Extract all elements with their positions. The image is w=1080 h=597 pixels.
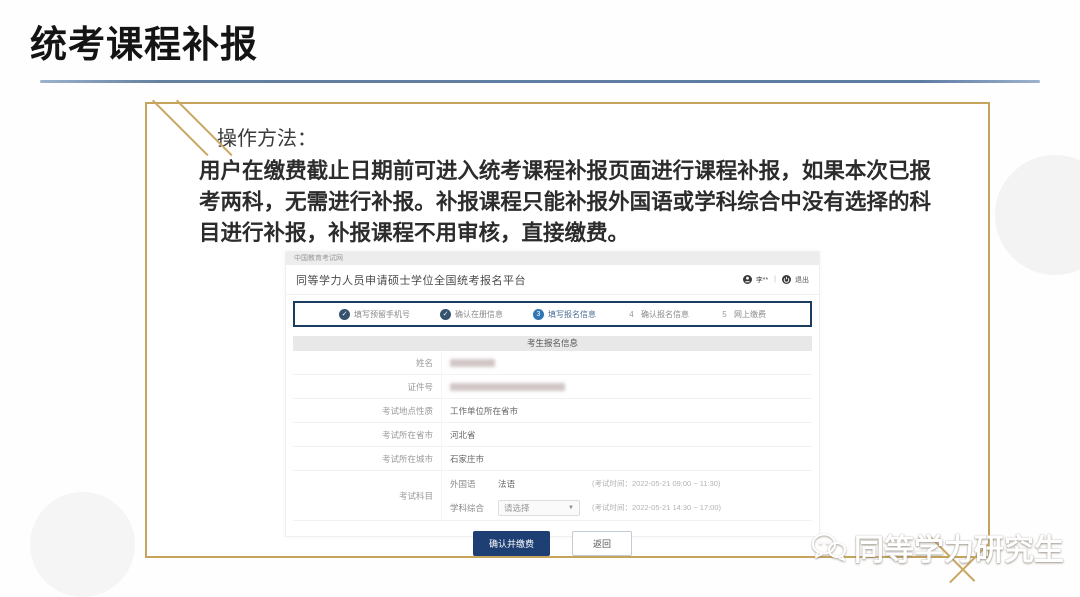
watermark: 同等学力研究生 xyxy=(811,525,1064,569)
check-icon: ✓ xyxy=(339,309,350,320)
check-icon: ✓ xyxy=(440,309,451,320)
chevron-down-icon: ▼ xyxy=(568,505,574,511)
step-confirm-registration: 4 确认报名信息 xyxy=(626,309,689,320)
step-fill-phone: ✓ 填写预留手机号 xyxy=(339,309,410,320)
platform-title: 同等学力人员申请硕士学位全国统考报名平台 xyxy=(296,272,526,288)
step-online-payment: 5 网上缴费 xyxy=(719,309,766,320)
logout-button[interactable]: 退出 xyxy=(795,275,809,285)
platform-header: 同等学力人员申请硕士学位全国统考报名平台 李** | 退出 xyxy=(286,265,819,295)
user-name[interactable]: 李** xyxy=(756,275,768,285)
redacted-id-value xyxy=(450,383,565,391)
section-label: 操作方法： xyxy=(217,122,317,151)
user-area: 李** | 退出 xyxy=(743,275,809,285)
form-row-city: 考试所在城市 石家庄市 xyxy=(293,447,812,471)
form-section-title: 考生报名信息 xyxy=(293,336,812,351)
form-row-province: 考试所在省市 河北省 xyxy=(293,423,812,447)
step-number: 5 xyxy=(719,309,730,320)
subject-comprehensive: 学科综合 请选择 ▼ (考试时间：2022-05-21 14:30 ~ 17:0… xyxy=(450,496,812,520)
step-fill-registration: 3 填写报名信息 xyxy=(533,309,596,320)
instruction-text: 用户在缴费截止日期前可进入统考课程补报页面进行课程补报，如果本次已报考两科，无需… xyxy=(199,156,931,249)
wechat-icon xyxy=(811,532,847,562)
subject-select-dropdown[interactable]: 请选择 ▼ xyxy=(498,500,580,516)
form-row-name: 姓名 xyxy=(293,351,812,375)
embedded-screenshot: 中国教育考试网 同等学力人员申请硕士学位全国统考报名平台 李** | xyxy=(285,251,820,537)
back-button[interactable]: 返回 xyxy=(572,531,632,556)
logout-icon xyxy=(782,275,791,284)
watermark-text: 同等学力研究生 xyxy=(854,525,1064,569)
decorative-circle-right xyxy=(995,155,1080,275)
form-actions: 确认并缴费 返回 xyxy=(286,531,819,556)
progress-steps: ✓ 填写预留手机号 ✓ 确认在册信息 3 填写报名信息 4 确认报名信息 5 xyxy=(293,301,812,327)
confirm-pay-button[interactable]: 确认并缴费 xyxy=(473,531,550,556)
decorative-circle-bottom-left xyxy=(30,492,135,597)
candidate-info-form: 姓名 证件号 考试地点性质 工作单位所在省市 考试所在省市 河北省 考试所在城市 xyxy=(293,351,812,521)
form-row-subjects: 考试科目 外国语 法语 (考试时间：2022-05-21 09:00 ~ 11:… xyxy=(293,471,812,521)
title-underline xyxy=(40,80,1040,83)
user-icon xyxy=(743,275,752,284)
step-number: 4 xyxy=(626,309,637,320)
slide: 统考课程补报 操作方法： 用户在缴费截止日期前可进入统考课程补报页面进行课程补报… xyxy=(0,0,1080,597)
redacted-name-value xyxy=(450,359,495,367)
page-title: 统考课程补报 xyxy=(30,14,258,68)
step-confirm-record: ✓ 确认在册信息 xyxy=(440,309,503,320)
subject-foreign-language: 外国语 法语 (考试时间：2022-05-21 09:00 ~ 11:30) xyxy=(450,472,812,496)
step-number-badge: 3 xyxy=(533,309,544,320)
site-name: 中国教育考试网 xyxy=(286,252,819,265)
form-row-location-type: 考试地点性质 工作单位所在省市 xyxy=(293,399,812,423)
header-divider: | xyxy=(774,276,776,283)
form-row-id: 证件号 xyxy=(293,375,812,399)
content-frame: 操作方法： 用户在缴费截止日期前可进入统考课程补报页面进行课程补报，如果本次已报… xyxy=(145,102,990,558)
